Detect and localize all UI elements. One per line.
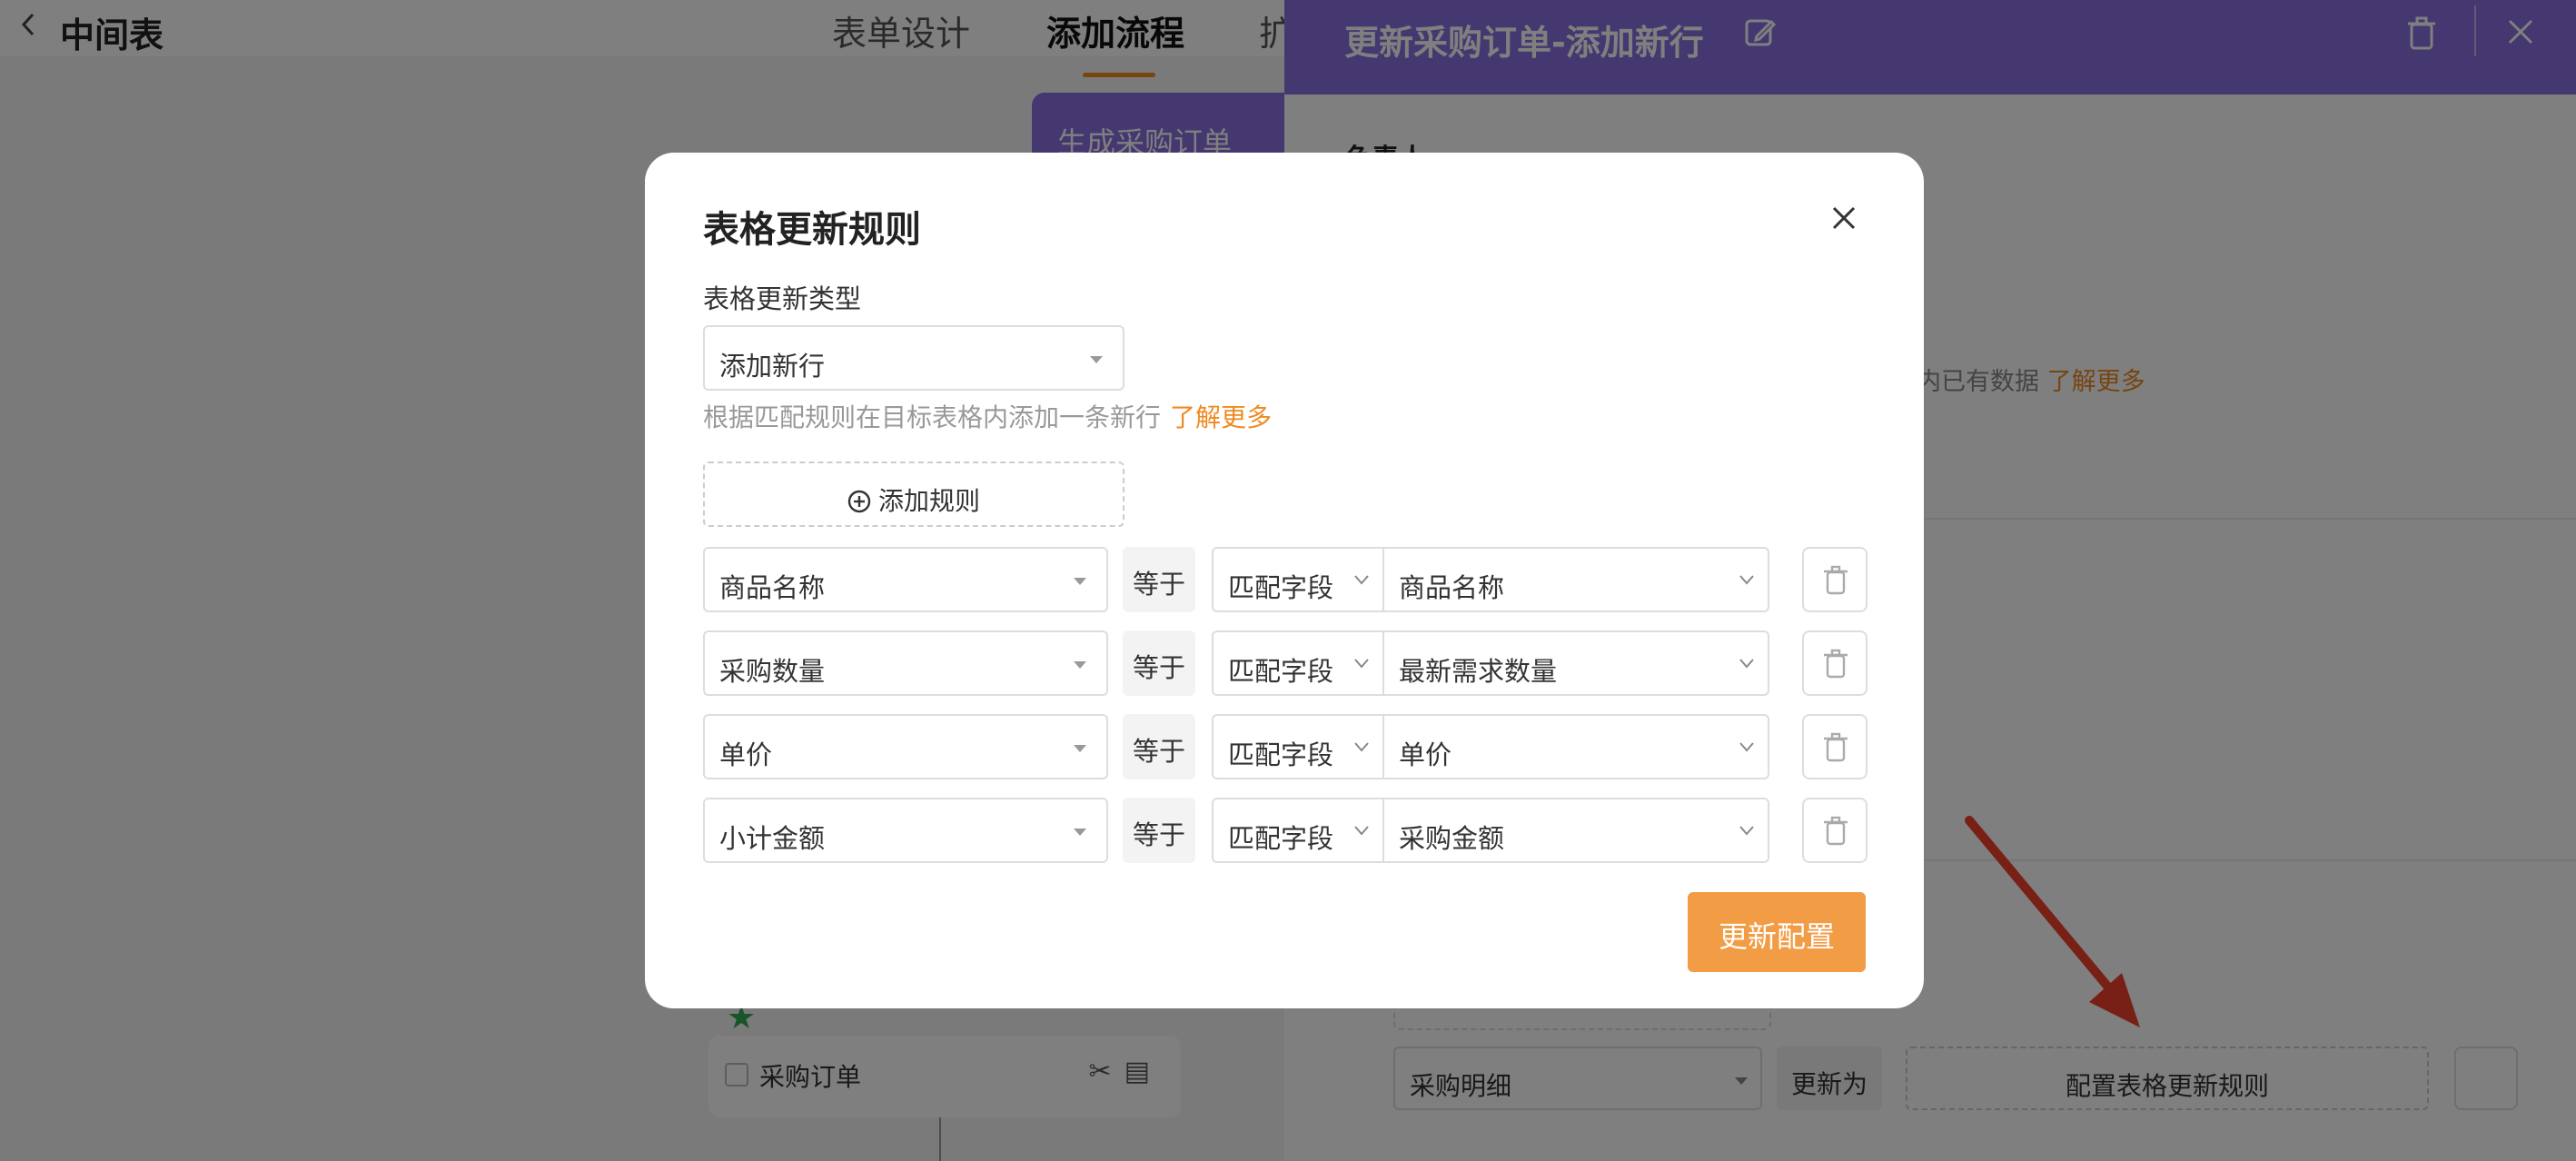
source-field-select[interactable]: 采购金额 — [1382, 798, 1769, 863]
source-field-select[interactable]: 商品名称 — [1382, 547, 1769, 612]
chevron-down-icon — [1354, 659, 1369, 669]
match-mode-select[interactable]: 匹配字段 — [1212, 798, 1384, 863]
chevron-down-icon — [1354, 575, 1369, 585]
delete-rule-button[interactable] — [1802, 714, 1868, 779]
trash-icon — [1824, 649, 1848, 679]
source-field-value: 单价 — [1399, 739, 1452, 770]
learn-more-link[interactable]: 了解更多 — [1170, 402, 1272, 432]
operator-label: 等于 — [1123, 630, 1195, 696]
delete-rule-button[interactable] — [1802, 547, 1868, 612]
match-mode-value: 匹配字段 — [1228, 572, 1334, 603]
match-mode-select[interactable]: 匹配字段 — [1212, 630, 1384, 696]
trash-icon — [1824, 565, 1848, 595]
target-field-select[interactable]: 采购数量 — [703, 630, 1108, 696]
chevron-down-icon — [1354, 826, 1369, 836]
target-field-value: 小计金额 — [719, 823, 826, 854]
trash-icon — [1824, 816, 1848, 846]
source-field-value: 商品名称 — [1399, 572, 1505, 603]
delete-rule-button[interactable] — [1802, 630, 1868, 696]
operator-label: 等于 — [1123, 798, 1195, 863]
add-rule-label: 添加规则 — [877, 486, 980, 516]
chevron-down-icon — [1739, 575, 1754, 585]
match-mode-select[interactable]: 匹配字段 — [1212, 714, 1384, 779]
target-field-value: 采购数量 — [719, 656, 826, 687]
target-field-select[interactable]: 商品名称 — [703, 547, 1108, 612]
dialog-title: 表格更新规则 — [703, 209, 921, 251]
update-type-hint: 根据匹配规则在目标表格内添加一条新行 了解更多 — [703, 398, 1272, 434]
chevron-down-icon — [1354, 742, 1369, 752]
caret-down-icon — [1090, 356, 1103, 363]
rule-row: 小计金额 等于 匹配字段 采购金额 — [703, 798, 1869, 863]
table-update-rule-dialog: 表格更新规则 表格更新类型 添加新行 根据匹配规则在目标表格内添加一条新行 了解更… — [645, 153, 1924, 1008]
chevron-down-icon — [1739, 659, 1754, 669]
update-type-select[interactable]: 添加新行 — [703, 325, 1125, 391]
rule-row: 单价 等于 匹配字段 单价 — [703, 714, 1869, 779]
operator-label: 等于 — [1123, 714, 1195, 779]
hint-text: 根据匹配规则在目标表格内添加一条新行 — [703, 402, 1162, 432]
caret-down-icon — [1074, 829, 1086, 836]
match-mode-value: 匹配字段 — [1228, 739, 1334, 770]
trash-icon — [1824, 732, 1848, 762]
rule-row: 商品名称 等于 匹配字段 商品名称 — [703, 547, 1869, 612]
operator-label: 等于 — [1123, 547, 1195, 612]
source-field-value: 采购金额 — [1399, 823, 1505, 854]
caret-down-icon — [1074, 661, 1086, 669]
chevron-down-icon — [1739, 742, 1754, 752]
source-field-select[interactable]: 最新需求数量 — [1382, 630, 1769, 696]
target-field-value: 商品名称 — [719, 572, 826, 603]
update-type-value: 添加新行 — [719, 351, 826, 382]
match-mode-value: 匹配字段 — [1228, 656, 1334, 687]
add-rule-button[interactable]: 添加规则 — [703, 461, 1125, 527]
target-field-value: 单价 — [719, 739, 773, 770]
delete-rule-button[interactable] — [1802, 798, 1868, 863]
chevron-down-icon — [1739, 826, 1754, 836]
update-config-button[interactable]: 更新配置 — [1688, 892, 1866, 972]
caret-down-icon — [1074, 578, 1086, 585]
plus-circle-icon — [847, 490, 871, 513]
source-field-value: 最新需求数量 — [1399, 656, 1558, 687]
target-field-select[interactable]: 小计金额 — [703, 798, 1108, 863]
caret-down-icon — [1074, 745, 1086, 752]
source-field-select[interactable]: 单价 — [1382, 714, 1769, 779]
close-icon[interactable] — [1831, 205, 1857, 231]
update-type-label: 表格更新类型 — [703, 283, 862, 314]
match-mode-select[interactable]: 匹配字段 — [1212, 547, 1384, 612]
rule-row: 采购数量 等于 匹配字段 最新需求数量 — [703, 630, 1869, 696]
match-mode-value: 匹配字段 — [1228, 823, 1334, 854]
target-field-select[interactable]: 单价 — [703, 714, 1108, 779]
